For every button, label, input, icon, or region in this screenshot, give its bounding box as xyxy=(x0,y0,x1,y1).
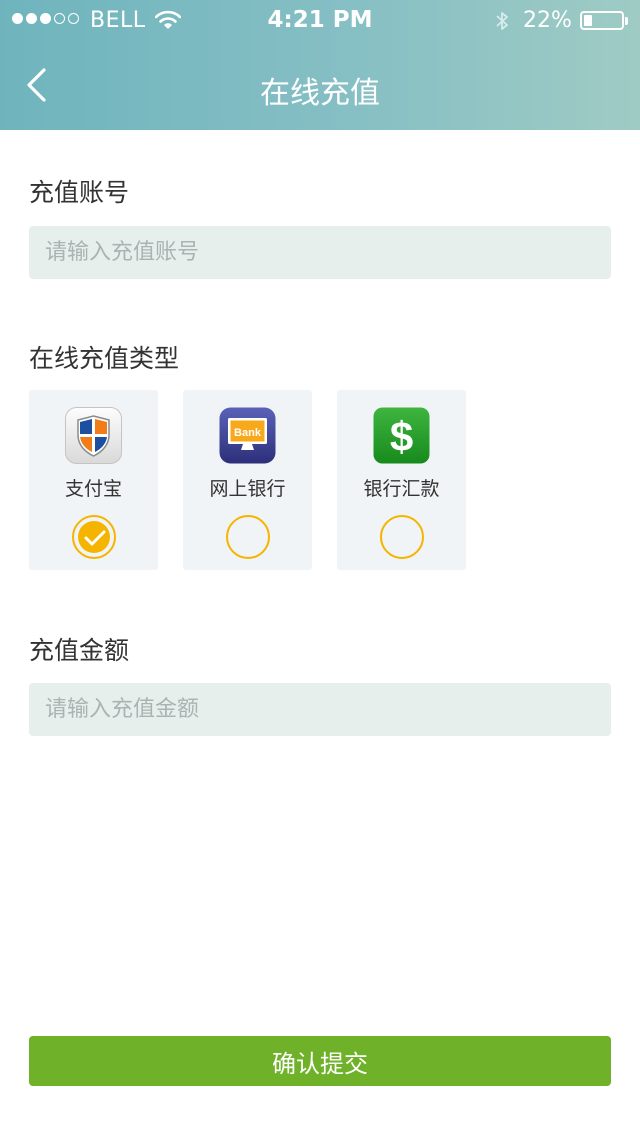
radio-unchecked[interactable] xyxy=(380,515,424,559)
header: BELL 4:21 PM 22% 在线充值 xyxy=(0,0,640,130)
payment-option-online-bank[interactable]: Bank 网上银行 xyxy=(183,390,312,570)
svg-text:$: $ xyxy=(390,413,413,460)
radio-checked[interactable] xyxy=(72,515,116,559)
page-title: 在线充值 xyxy=(260,76,380,111)
battery-level xyxy=(584,15,592,26)
radio-unchecked[interactable] xyxy=(226,515,270,559)
alipay-shield-icon xyxy=(65,407,122,464)
payment-option-label: 支付宝 xyxy=(64,478,122,500)
bluetooth-icon xyxy=(496,12,508,30)
payment-option-bank-transfer[interactable]: $ 银行汇款 xyxy=(337,390,466,570)
amount-label: 充值金额 xyxy=(29,636,130,665)
checkmark-icon xyxy=(84,530,106,546)
payment-type-label: 在线充值类型 xyxy=(29,344,180,373)
svg-text:Bank: Bank xyxy=(234,427,262,439)
submit-button[interactable]: 确认提交 xyxy=(29,1036,611,1086)
account-input[interactable] xyxy=(29,226,611,279)
battery-icon xyxy=(580,11,628,30)
battery-percent: 22% xyxy=(523,8,572,33)
payment-option-label: 网上银行 xyxy=(209,478,286,500)
status-bar: BELL 4:21 PM 22% xyxy=(0,0,640,40)
bank-monitor-icon: Bank xyxy=(219,407,276,464)
account-label: 充值账号 xyxy=(29,178,130,207)
amount-input[interactable] xyxy=(29,683,611,736)
payment-option-label: 银行汇款 xyxy=(363,478,440,500)
payment-option-alipay[interactable]: 支付宝 xyxy=(29,390,158,570)
dollar-sign-icon: $ xyxy=(373,407,430,464)
